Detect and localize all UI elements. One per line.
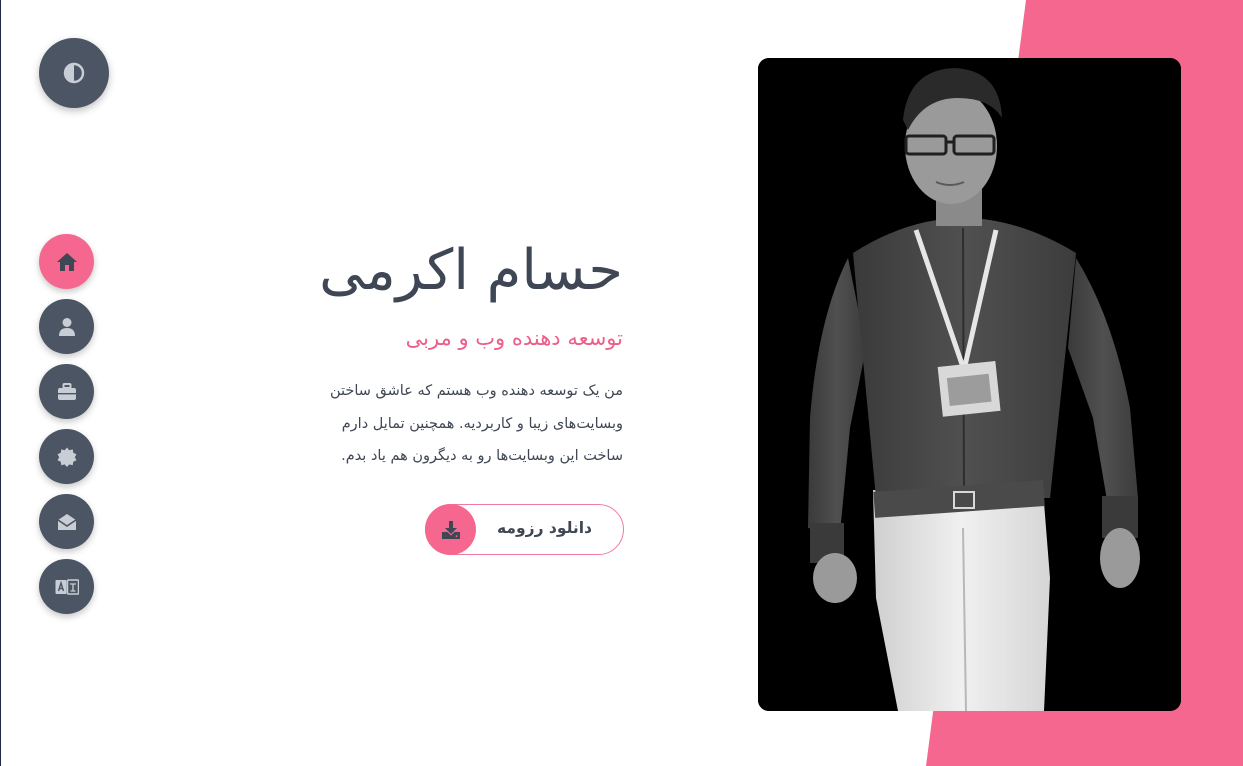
download-cv-button[interactable]: دانلود رزومه	[425, 504, 624, 555]
nav-contact-button[interactable]	[39, 494, 94, 549]
side-navigation	[39, 234, 94, 624]
contrast-icon	[63, 62, 85, 84]
nav-about-button[interactable]	[39, 299, 94, 354]
profile-photo-image	[758, 58, 1181, 711]
hero-section: حسام اکرمی توسعه دهنده وب و مربی من یک ت…	[283, 235, 623, 473]
home-icon	[56, 252, 77, 271]
nav-language-button[interactable]	[39, 559, 94, 614]
nav-portfolio-button[interactable]	[39, 364, 94, 419]
nav-home-button[interactable]	[39, 234, 94, 289]
page-title: حسام اکرمی	[319, 238, 623, 303]
download-cv-label: دانلود رزومه	[497, 519, 592, 537]
theme-toggle-button[interactable]	[39, 38, 109, 108]
portfolio-page: حسام اکرمی توسعه دهنده وب و مربی من یک ت…	[0, 0, 1243, 766]
bio-line: ساخت این وبسایت‌ها رو به دیگرون هم یاد ب…	[341, 448, 623, 464]
profile-photo	[758, 58, 1181, 711]
badge-icon	[57, 447, 76, 467]
briefcase-icon	[57, 382, 76, 400]
language-icon	[55, 578, 79, 595]
bio-text: من یک توسعه دهنده وب هستم که عاشق ساختن …	[293, 375, 623, 473]
user-icon	[58, 317, 75, 336]
bio-line: من یک توسعه دهنده وب هستم که عاشق ساختن	[329, 383, 623, 399]
download-icon	[425, 504, 476, 555]
job-title: توسعه دهنده وب و مربی	[405, 326, 623, 350]
envelope-open-icon	[57, 513, 76, 530]
bio-line: وبسایت‌های زیبا و کاربردیه. همچنین تمایل…	[341, 415, 623, 432]
nav-skills-button[interactable]	[39, 429, 94, 484]
